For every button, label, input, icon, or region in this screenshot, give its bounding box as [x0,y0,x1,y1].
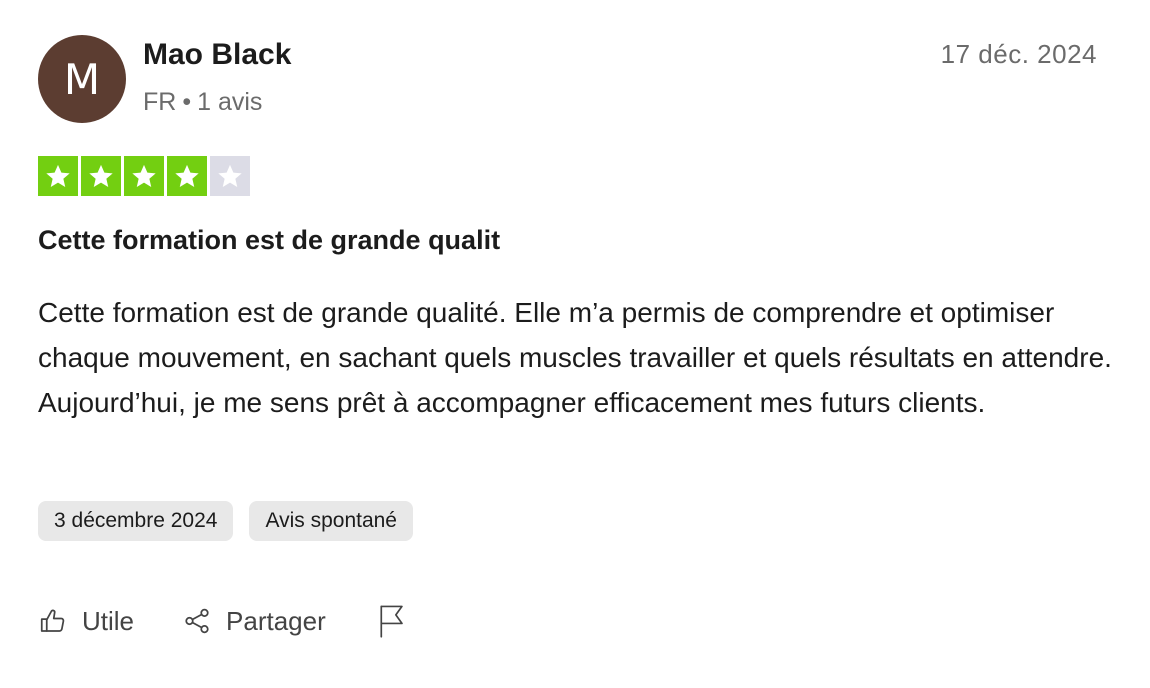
star-filled-icon [38,156,78,196]
report-button[interactable] [376,604,406,638]
share-label: Partager [226,605,326,636]
review-card: M Mao Black FR • 1 avis 17 déc. 2024 Cette… [0,0,1150,688]
star-filled-icon [81,156,121,196]
star-filled-icon [167,156,207,196]
meta-separator: • [182,88,192,116]
thumbs-up-icon [38,606,68,636]
avatar-initial: M [63,54,101,104]
star-rating [38,156,250,196]
reviewer-meta: FR • 1 avis [143,86,262,118]
reviewer-name[interactable]: Mao Black [143,36,291,74]
experience-date-tag: 3 décembre 2024 [38,501,234,541]
review-title[interactable]: Cette formation est de grande qualit [38,222,500,258]
useful-label: Utile [82,605,135,636]
flag-icon [376,604,406,638]
star-filled-icon [124,156,164,196]
share-button[interactable]: Partager [182,606,326,637]
reviewer-review-count: 1 avis [197,88,263,116]
useful-button[interactable]: Utile [38,606,134,637]
review-tags: 3 décembre 2024 Avis spontané [38,501,413,541]
review-type-tag[interactable]: Avis spontané [249,501,413,541]
avatar[interactable]: M [38,35,126,123]
review-actions: Utile Partager [38,601,406,641]
share-icon [182,606,212,636]
review-published-date: 17 déc. 2024 [940,39,1097,69]
review-text: Cette formation est de grande qualité. E… [38,297,1112,418]
reviewer-country: FR [143,88,177,116]
star-empty-icon [210,156,250,196]
